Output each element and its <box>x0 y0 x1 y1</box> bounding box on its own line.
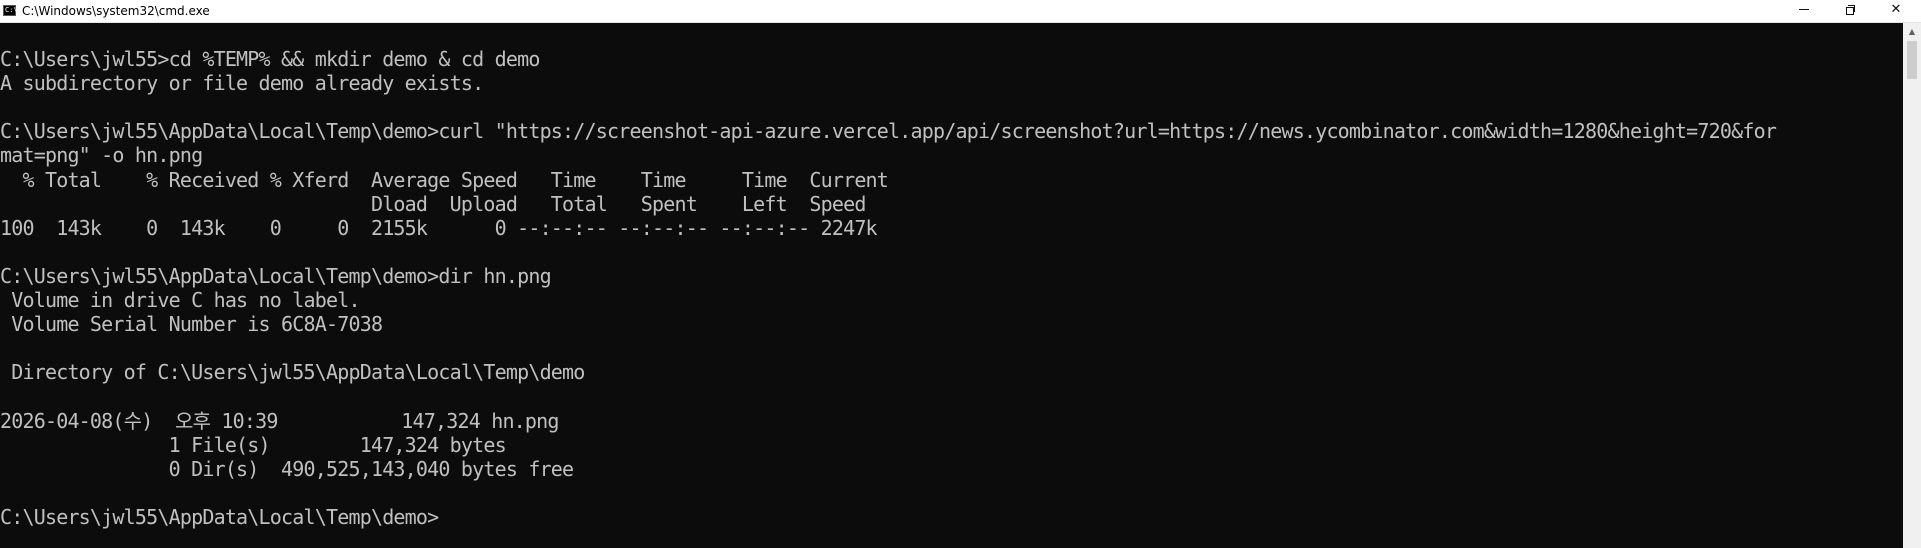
close-button[interactable]: ✕ <box>1873 0 1919 22</box>
console-line: 100 143k 0 143k 0 0 2155k 0 --:--:-- --:… <box>0 215 878 240</box>
console-output[interactable]: C:\Users\jwl55>cd %TEMP% && mkdir demo &… <box>0 23 1903 548</box>
close-icon: ✕ <box>1890 2 1902 17</box>
console-line: C:\Users\jwl55>cd %TEMP% && mkdir demo &… <box>0 47 540 72</box>
title-bar[interactable]: C:\ C:\Windows\system32\cmd.exe ✕ <box>0 0 1921 23</box>
console-line: % Total % Received % Xferd Average Speed… <box>0 167 889 192</box>
vertical-scrollbar[interactable]: ▲ <box>1903 23 1921 548</box>
console-line: mat=png" -o hn.png <box>0 143 203 168</box>
console-line: C:\Users\jwl55\AppData\Local\Temp\demo>d… <box>0 263 552 288</box>
console-line: Dload Upload Total Spent Left Speed <box>0 191 866 216</box>
restore-icon <box>1845 5 1855 15</box>
scrollbar-thumb[interactable] <box>1907 41 1917 79</box>
console-line: Volume Serial Number is 6C8A-7038 <box>0 312 383 337</box>
scroll-up-arrow-icon[interactable]: ▲ <box>1903 23 1921 40</box>
minimize-icon <box>1799 9 1809 10</box>
cmd-window: C:\ C:\Windows\system32\cmd.exe ✕ C:\Use… <box>0 0 1921 548</box>
window-title: C:\Windows\system32\cmd.exe <box>22 4 210 18</box>
console-line: Volume in drive C has no label. <box>0 288 360 313</box>
console-icon[interactable]: C:\ <box>3 5 18 16</box>
console-line: A subdirectory or file demo already exis… <box>0 71 484 96</box>
restore-button[interactable] <box>1827 0 1873 22</box>
console-line: C:\Users\jwl55\AppData\Local\Temp\demo> <box>0 504 439 529</box>
console-line: C:\Users\jwl55\AppData\Local\Temp\demo>c… <box>0 119 1777 144</box>
minimize-button[interactable] <box>1781 0 1827 22</box>
console-line: 2026-04-08(수) 오후 10:39 147,324 hn.png <box>0 408 559 433</box>
console-icon-text: C:\ <box>5 6 18 14</box>
console-line: 1 File(s) 147,324 bytes <box>0 432 507 457</box>
console-line: Directory of C:\Users\jwl55\AppData\Loca… <box>0 360 585 385</box>
console-line: 0 Dir(s) 490,525,143,040 bytes free <box>0 456 574 481</box>
